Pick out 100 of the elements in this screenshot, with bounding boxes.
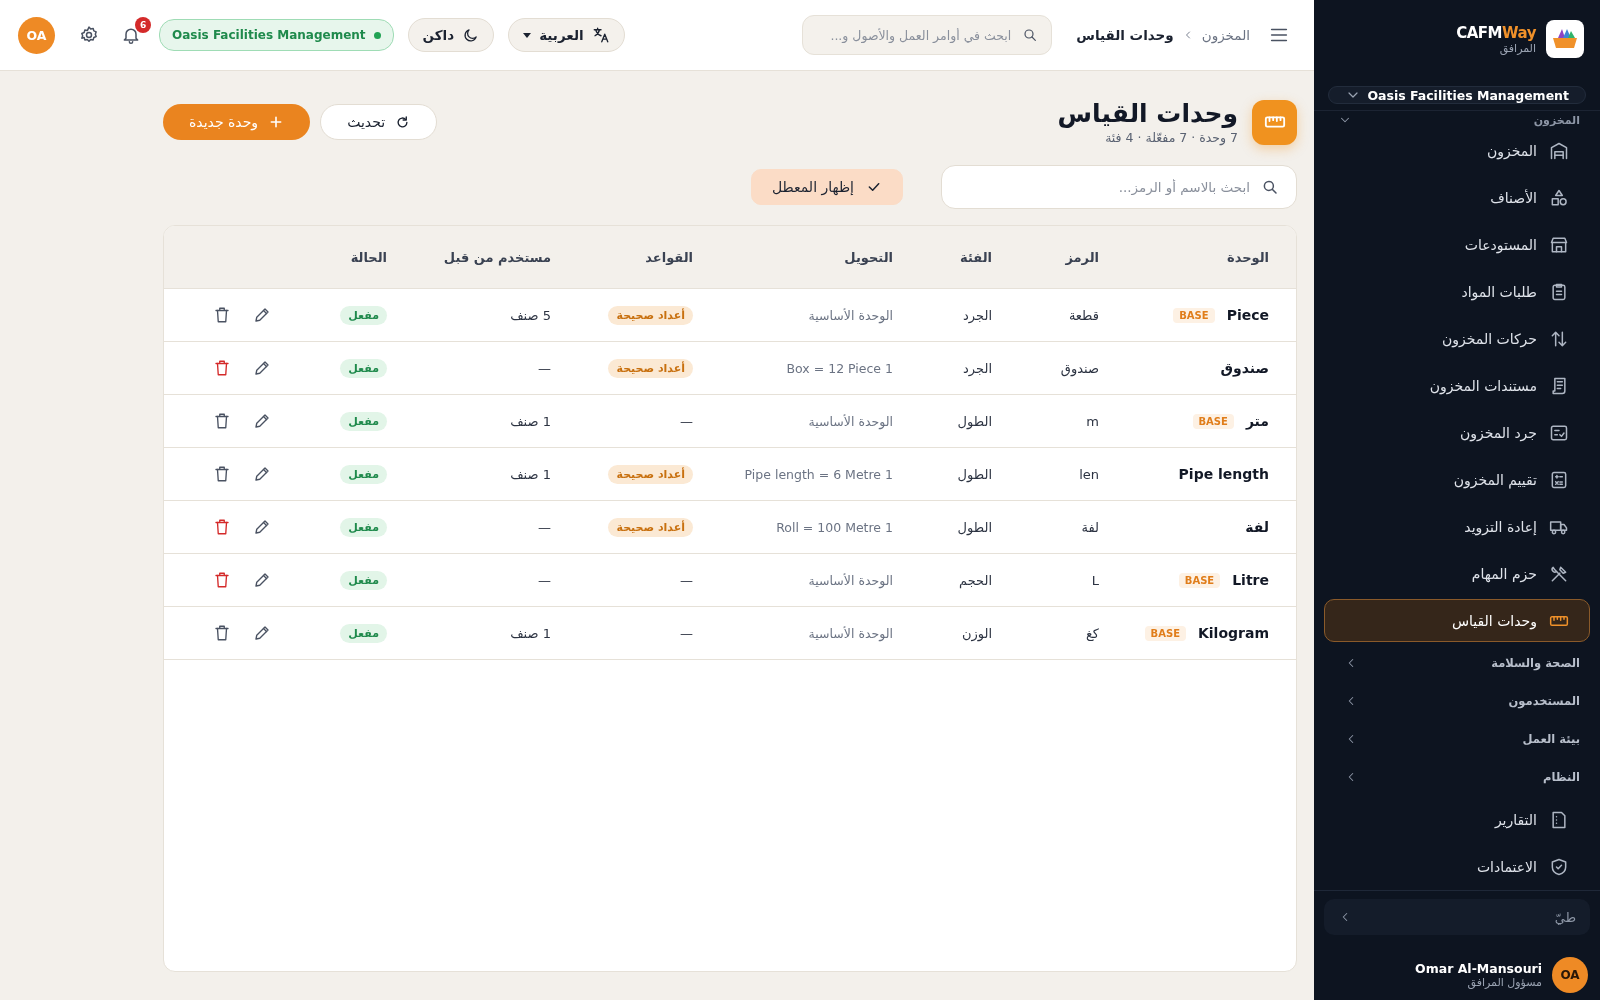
section-header[interactable]: المخزون: [1314, 110, 1600, 127]
breadcrumb-link[interactable]: المخزون: [1201, 27, 1250, 43]
sidebar-item[interactable]: حركات المخزون: [1324, 317, 1590, 360]
trash-icon: [213, 412, 231, 430]
organization-pill: Oasis Facilities Management: [159, 19, 394, 51]
column-header: مستخدم من قبل: [442, 249, 551, 265]
status-badge: مفعل: [340, 305, 387, 325]
notification-count: 6: [135, 17, 151, 33]
user-role: مسؤول المرافق: [1467, 976, 1542, 989]
sidebar-item[interactable]: إعادة التزويد: [1324, 505, 1590, 548]
rule-badge: أعداد صحيحة: [608, 517, 693, 537]
delete-button[interactable]: [213, 571, 231, 589]
pencil-icon: [253, 571, 271, 589]
sidebar-item[interactable]: التقارير: [1324, 798, 1590, 841]
warehouse-icon: [1549, 140, 1569, 161]
sidebar-group[interactable]: الصحة والسلامة: [1324, 644, 1590, 682]
table-cell-text: الحجم: [958, 572, 992, 588]
table-cell-text: 5 صنف: [509, 307, 551, 323]
translate-icon: [591, 26, 610, 44]
rule-badge: أعداد صحيحة: [608, 358, 693, 378]
table-cell-text: الوحدة الأساسية: [807, 307, 893, 323]
settings-icon: [79, 25, 99, 45]
base-badge: BASE: [1144, 625, 1186, 641]
edit-button[interactable]: [253, 306, 271, 324]
table-cell-text: —: [537, 572, 551, 588]
edit-button[interactable]: [253, 571, 271, 589]
brand-name: CAFMWay: [1456, 23, 1536, 42]
delete-button[interactable]: [213, 412, 231, 430]
edit-button[interactable]: [253, 624, 271, 642]
sidebar-item[interactable]: طلبات المواد: [1324, 270, 1590, 313]
table-cell-text: الطول: [956, 519, 992, 535]
user-avatar[interactable]: OA: [1552, 957, 1588, 993]
breadcrumb-link[interactable]: وحدات القياس: [1076, 27, 1174, 43]
edit-button[interactable]: [253, 465, 271, 483]
sidebar-item[interactable]: الاعتمادات: [1324, 845, 1590, 888]
status-badge: مفعل: [340, 464, 387, 484]
sidebar-item[interactable]: مستندات المخزون: [1324, 364, 1590, 407]
edit-button[interactable]: [253, 518, 271, 536]
sidebar-group[interactable]: بيئة العمل: [1324, 720, 1590, 758]
edit-button[interactable]: [253, 412, 271, 430]
unit-name: صندوق: [1220, 360, 1269, 376]
pencil-icon: [253, 518, 271, 536]
table-cell-text: len: [1078, 466, 1099, 482]
language-select[interactable]: العربية: [508, 18, 625, 52]
column-header: الوحدة: [1225, 249, 1269, 265]
delete-button[interactable]: [213, 624, 231, 642]
collapse-button[interactable]: طيّ: [1324, 899, 1590, 935]
shapes-icon: [1549, 187, 1569, 208]
pencil-icon: [253, 624, 271, 642]
table-cell-text: 1 Roll = 100 Metre: [775, 519, 893, 535]
table-cell-text: 1 صنف: [509, 625, 551, 641]
theme-button[interactable]: داكن: [407, 18, 495, 52]
organization-select[interactable]: Oasis Facilities Management: [1328, 86, 1586, 104]
sidebar-item[interactable]: وحدات القياس: [1324, 599, 1590, 642]
status-badge: مفعل: [340, 517, 387, 537]
table-cell-text: الوزن: [960, 625, 992, 641]
sidebar-group[interactable]: النظام: [1324, 758, 1590, 796]
search-field[interactable]: ابحث بالاسم أو الرمز...: [941, 165, 1297, 209]
sidebar-item[interactable]: المخزون: [1324, 129, 1590, 172]
trash-icon: [213, 465, 231, 483]
clipboard-icon: [1549, 281, 1569, 302]
sidebar-item[interactable]: المستودعات: [1324, 223, 1590, 266]
sidebar-item[interactable]: الأصناف: [1324, 176, 1590, 219]
sidebar-item[interactable]: جرد المخزون: [1324, 411, 1590, 454]
column-header: التحويل: [843, 249, 893, 265]
unit-name: Pipe length: [1178, 466, 1269, 482]
status-badge: مفعل: [340, 358, 387, 378]
search-field[interactable]: ابحث في أوامر العمل والأصول و...: [802, 15, 1053, 55]
unit-name: Piece: [1226, 307, 1269, 323]
table-cell-text: لفة: [1080, 519, 1099, 535]
column-header: الفئة: [959, 249, 992, 265]
rule-badge: أعداد صحيحة: [608, 305, 693, 325]
table-cell-text: الطول: [956, 413, 992, 429]
table-cell-text: L: [1090, 572, 1099, 588]
unit-name: لفة: [1245, 519, 1269, 535]
delete-button[interactable]: [213, 359, 231, 377]
table-cell-text: 1 صنف: [509, 466, 551, 482]
refresh-button[interactable]: تحديث: [320, 104, 438, 140]
trash-icon: [213, 306, 231, 324]
base-badge: BASE: [1173, 307, 1215, 323]
moon-icon: [462, 26, 480, 44]
user-name: Omar Al-Mansouri: [1415, 961, 1542, 976]
delete-button[interactable]: [213, 518, 231, 536]
table-cell-text: الجرد: [962, 307, 992, 323]
delete-button[interactable]: [213, 465, 231, 483]
refresh-icon: [395, 114, 411, 130]
page-subtitle: 7 وحدة · 7 مفعّلة · 4 فئة: [1105, 130, 1238, 145]
sidebar-item[interactable]: تقييم المخزون: [1324, 458, 1590, 501]
unit-name: Kilogram: [1197, 625, 1269, 641]
status-badge: مفعل: [340, 623, 387, 643]
edit-button[interactable]: [253, 359, 271, 377]
delete-button[interactable]: [213, 306, 231, 324]
sidebar-item[interactable]: حزم المهام: [1324, 552, 1590, 595]
table-cell-text: الطول: [956, 466, 992, 482]
table-cell-text: كغ: [1084, 625, 1099, 641]
table-cell-text: —: [537, 360, 551, 376]
sidebar-group[interactable]: المستخدمون: [1324, 682, 1590, 720]
base-badge: BASE: [1178, 572, 1221, 588]
table-cell-text: 1 Box = 12 Piece: [785, 360, 893, 376]
trash-icon: [213, 518, 231, 536]
